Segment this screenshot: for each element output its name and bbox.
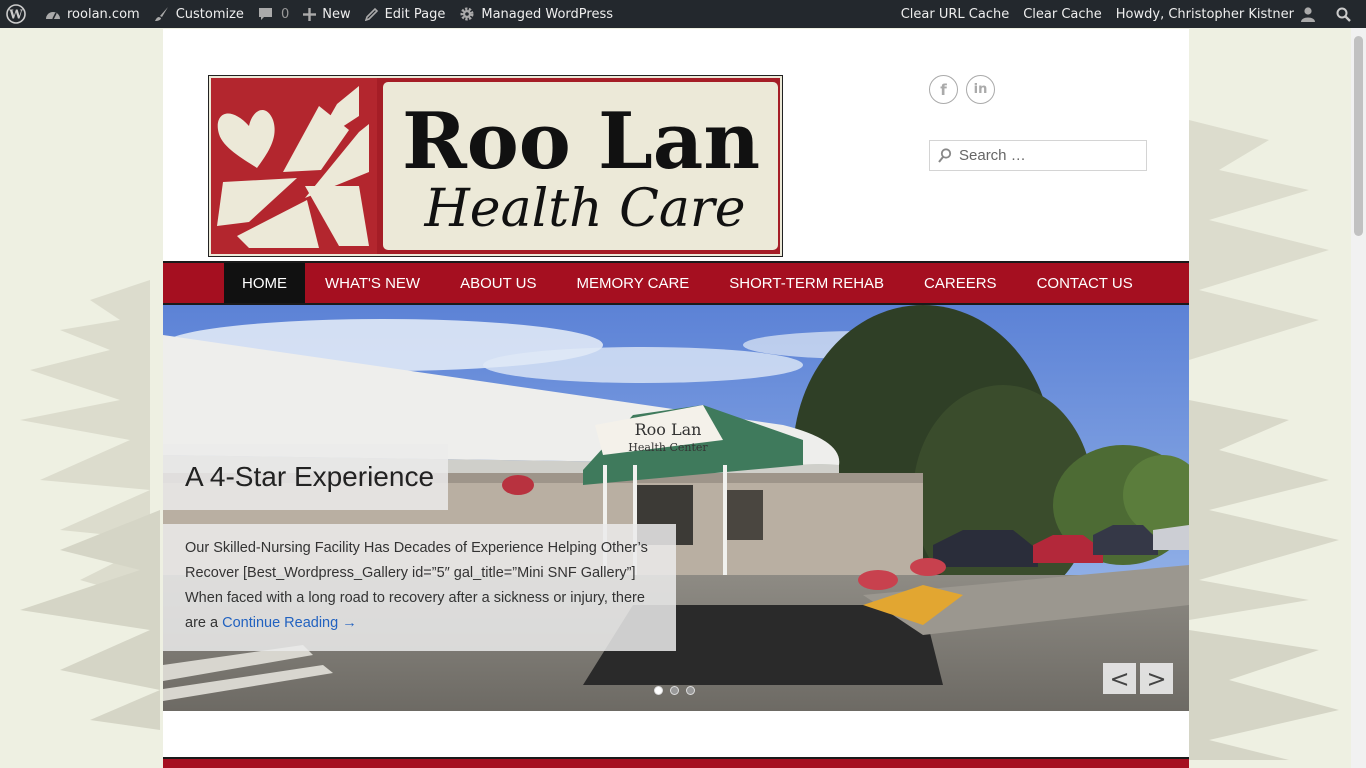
edit-page-label: Edit Page (384, 6, 446, 22)
site-logo[interactable]: Roo Lan Health Care (208, 75, 783, 257)
slide-excerpt: Our Skilled-Nursing Facility Has Decades… (163, 524, 676, 651)
howdy-label: Howdy, Christopher Kistner (1115, 6, 1294, 22)
nav-item-home[interactable]: HOME (224, 263, 305, 303)
wordpress-menu[interactable]: W (0, 0, 38, 28)
slide-sign-line2: Health Center (628, 441, 708, 454)
customize-link[interactable]: Customize (147, 0, 251, 28)
slider-pagination (654, 686, 695, 695)
new-content-link[interactable]: New (296, 0, 357, 28)
adminbar-search-button[interactable] (1329, 0, 1364, 28)
slider-prev-button[interactable]: < (1103, 663, 1136, 694)
social-links: f in (929, 75, 995, 104)
page-container: Roo Lan Health Care f in HOME WHAT'S NEW… (163, 29, 1189, 768)
user-avatar-icon (1301, 7, 1315, 22)
content-divider (163, 757, 1189, 768)
search-icon (938, 148, 952, 163)
slide-title: A 4-Star Experience (163, 444, 448, 510)
search-input[interactable] (959, 147, 1139, 164)
slider-dot-1[interactable] (654, 686, 663, 695)
wordpress-logo-icon: W (6, 4, 26, 24)
customize-label: Customize (175, 6, 244, 22)
nav-item-careers[interactable]: CAREERS (904, 263, 1017, 303)
comment-icon (258, 8, 272, 20)
clear-cache-label: Clear Cache (1023, 6, 1102, 22)
site-name: roolan.com (67, 6, 140, 22)
background-leaf-left (20, 280, 160, 730)
logo-graphic: Roo Lan Health Care (209, 76, 782, 256)
main-navigation: HOME WHAT'S NEW ABOUT US MEMORY CARE SHO… (163, 261, 1189, 305)
continue-reading-link[interactable]: Continue Reading → (222, 615, 357, 631)
slider-next-button[interactable]: > (1140, 663, 1173, 694)
slide-sign-line1: Roo Lan (635, 420, 702, 439)
nav-item-contact-us[interactable]: CONTACT US (1017, 263, 1153, 303)
svg-text:W: W (8, 8, 23, 22)
page-scrollbar[interactable] (1351, 28, 1366, 768)
managed-wordpress-link[interactable]: Managed WordPress (452, 0, 620, 28)
scrollbar-thumb[interactable] (1354, 36, 1363, 236)
gear-icon (460, 7, 474, 21)
site-name-link[interactable]: roolan.com (38, 0, 147, 28)
clear-url-cache-label: Clear URL Cache (900, 6, 1010, 22)
slider-dot-3[interactable] (686, 686, 695, 695)
account-menu[interactable]: Howdy, Christopher Kistner (1109, 0, 1329, 28)
dashboard-icon (46, 12, 60, 20)
plus-icon (303, 7, 317, 21)
facebook-icon[interactable]: f (929, 75, 958, 104)
comments-count: 0 (280, 6, 290, 22)
clear-url-cache-button[interactable]: Clear URL Cache (894, 0, 1016, 28)
nav-item-whats-new[interactable]: WHAT'S NEW (305, 263, 440, 303)
new-label: New (322, 6, 351, 22)
edit-page-link[interactable]: Edit Page (358, 0, 453, 28)
slider-dot-2[interactable] (670, 686, 679, 695)
managed-wordpress-label: Managed WordPress (481, 6, 614, 22)
pencil-icon (364, 7, 378, 21)
nav-item-short-term-rehab[interactable]: SHORT-TERM REHAB (709, 263, 904, 303)
search-icon (1336, 7, 1351, 22)
search-form (929, 140, 1147, 171)
background-leaf-right (1189, 120, 1339, 760)
wp-admin-bar: W roolan.com Customize 0 New Edit Page M… (0, 0, 1366, 28)
logo-line2: Health Care (423, 179, 745, 239)
logo-line1: Roo Lan (402, 96, 760, 187)
clear-cache-button[interactable]: Clear Cache (1016, 0, 1109, 28)
comments-link[interactable]: 0 (251, 0, 296, 28)
nav-item-memory-care[interactable]: MEMORY CARE (556, 263, 709, 303)
linkedin-icon[interactable]: in (966, 75, 995, 104)
hero-slider: Roo Lan Health Center A 4-Star Experienc… (163, 305, 1189, 711)
brush-icon (154, 7, 168, 21)
nav-item-about-us[interactable]: ABOUT US (440, 263, 556, 303)
